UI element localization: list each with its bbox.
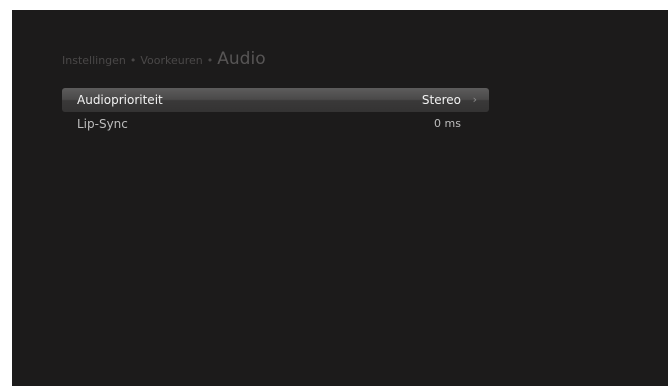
settings-menu: Audioprioriteit Stereo › Lip-Sync 0 ms [62, 88, 489, 136]
chevron-right-icon: › [472, 93, 477, 106]
breadcrumb-separator: • [206, 54, 214, 67]
menu-item-label: Lip-Sync [77, 117, 128, 131]
menu-item-label: Audioprioriteit [77, 93, 163, 107]
breadcrumb-separator: • [129, 54, 137, 67]
menu-item-value: Stereo [421, 93, 461, 107]
page-title: Audio [217, 49, 266, 69]
breadcrumb-item-instellingen[interactable]: Instellingen [62, 54, 126, 67]
menu-item-lip-sync[interactable]: Lip-Sync 0 ms [62, 112, 489, 136]
breadcrumb-item-voorkeuren[interactable]: Voorkeuren [140, 54, 202, 67]
tv-screen: Instellingen • Voorkeuren • Audio Audioprior… [12, 10, 668, 386]
breadcrumb: Instellingen • Voorkeuren • Audio [62, 48, 266, 72]
menu-item-audioprioriteit[interactable]: Audioprioriteit Stereo › [62, 88, 489, 112]
menu-item-value: 0 ms [434, 117, 461, 130]
